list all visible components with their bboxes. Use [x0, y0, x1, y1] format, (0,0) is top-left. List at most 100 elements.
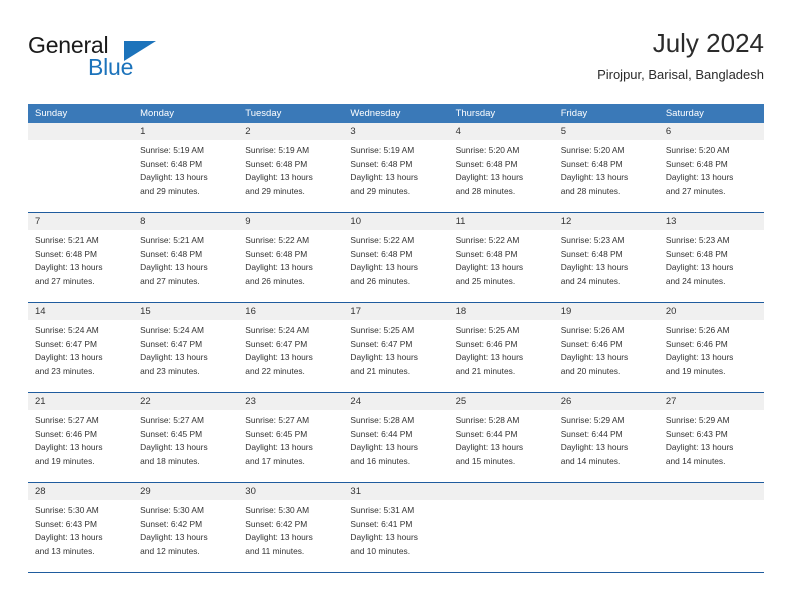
day-number[interactable]: 26: [554, 393, 659, 410]
day-cell[interactable]: Sunrise: 5:24 AM Sunset: 6:47 PM Daylight:…: [28, 320, 133, 392]
day-detail-line: Sunset: 6:45 PM: [245, 428, 308, 439]
day-number[interactable]: 25: [449, 393, 554, 410]
day-detail-line: Daylight: 13 hours: [665, 262, 734, 273]
day-cell[interactable]: Sunrise: 5:19 AM Sunset: 6:48 PM Daylight:…: [343, 140, 448, 212]
day-detail-line: Sunrise: 5:19 AM: [245, 145, 310, 155]
day-detail-line: and 20 minutes.: [560, 365, 621, 376]
day-detail-line: Daylight: 13 hours: [560, 172, 629, 183]
day-cell[interactable]: Sunrise: 5:28 AM Sunset: 6:44 PM Daylight:…: [343, 410, 448, 482]
day-detail-line: Sunset: 6:48 PM: [35, 248, 97, 259]
day-cell[interactable]: Sunrise: 5:22 AM Sunset: 6:48 PM Daylight:…: [343, 230, 448, 302]
day-detail-line: Sunset: 6:48 PM: [455, 248, 518, 259]
day-detail-line: Sunrise: 5:24 AM: [245, 325, 310, 335]
day-detail-line: Daylight: 13 hours: [140, 172, 208, 183]
weekday-header-monday: Monday: [140, 108, 174, 119]
day-detail-line: and 13 minutes.: [35, 545, 95, 556]
day-number-empty: [659, 483, 764, 500]
day-detail-line: Daylight: 13 hours: [140, 532, 208, 543]
day-cell[interactable]: Sunrise: 5:31 AM Sunset: 6:41 PM Daylight:…: [343, 500, 448, 572]
day-number[interactable]: 21: [28, 393, 133, 410]
day-detail-band: Sunrise: 5:21 AM Sunset: 6:48 PM Daylight:…: [28, 230, 764, 302]
day-cell[interactable]: Sunrise: 5:19 AM Sunset: 6:48 PM Daylight:…: [133, 140, 238, 212]
day-detail-line: Sunrise: 5:29 AM: [560, 415, 625, 425]
day-cell[interactable]: Sunrise: 5:26 AM Sunset: 6:46 PM Daylight:…: [659, 320, 764, 392]
day-number[interactable]: 31: [343, 483, 448, 500]
day-number[interactable]: 16: [238, 303, 343, 320]
day-number[interactable]: 11: [449, 213, 554, 230]
general-blue-logo[interactable]: General Blue: [28, 32, 208, 88]
day-detail-line: Sunrise: 5:24 AM: [140, 325, 204, 335]
day-detail-line: Daylight: 13 hours: [455, 262, 524, 273]
day-detail-line: Sunset: 6:47 PM: [245, 338, 308, 349]
day-cell[interactable]: Sunrise: 5:22 AM Sunset: 6:48 PM Daylight:…: [449, 230, 554, 302]
day-cell-empty: [554, 500, 659, 572]
day-number[interactable]: 13: [659, 213, 764, 230]
day-detail-line: and 16 minutes.: [350, 455, 411, 466]
day-number[interactable]: 8: [133, 213, 238, 230]
day-cell[interactable]: Sunrise: 5:24 AM Sunset: 6:47 PM Daylight:…: [133, 320, 238, 392]
day-cell[interactable]: Sunrise: 5:21 AM Sunset: 6:48 PM Daylight:…: [28, 230, 133, 302]
day-number[interactable]: 2: [238, 123, 343, 140]
day-cell[interactable]: Sunrise: 5:23 AM Sunset: 6:48 PM Daylight:…: [554, 230, 659, 302]
day-number[interactable]: 14: [28, 303, 133, 320]
day-cell[interactable]: Sunrise: 5:25 AM Sunset: 6:46 PM Daylight:…: [449, 320, 554, 392]
day-cell[interactable]: Sunrise: 5:25 AM Sunset: 6:47 PM Daylight:…: [343, 320, 448, 392]
day-cell[interactable]: Sunrise: 5:29 AM Sunset: 6:43 PM Daylight:…: [659, 410, 764, 482]
day-cell[interactable]: Sunrise: 5:20 AM Sunset: 6:48 PM Daylight:…: [449, 140, 554, 212]
day-detail-line: Daylight: 13 hours: [35, 352, 103, 363]
day-number[interactable]: 12: [554, 213, 659, 230]
day-number[interactable]: 19: [554, 303, 659, 320]
day-detail-band: Sunrise: 5:30 AM Sunset: 6:43 PM Daylight:…: [28, 500, 764, 572]
day-number[interactable]: 18: [449, 303, 554, 320]
day-detail-line: Sunrise: 5:28 AM: [455, 415, 520, 425]
day-detail-line: Sunrise: 5:26 AM: [665, 325, 730, 335]
day-number-band: 7 8 9 10 11 12 13: [28, 213, 764, 230]
day-number[interactable]: 20: [659, 303, 764, 320]
day-detail-line: and 23 minutes.: [140, 365, 200, 376]
day-detail-line: Daylight: 13 hours: [35, 262, 103, 273]
day-detail-line: and 24 minutes.: [560, 275, 621, 286]
day-detail-band: Sunrise: 5:27 AM Sunset: 6:46 PM Daylight:…: [28, 410, 764, 482]
day-cell[interactable]: Sunrise: 5:21 AM Sunset: 6:48 PM Daylight:…: [133, 230, 238, 302]
day-number[interactable]: 5: [554, 123, 659, 140]
day-number[interactable]: 4: [449, 123, 554, 140]
day-number-empty: [554, 483, 659, 500]
location-subtitle: Pirojpur, Barisal, Bangladesh: [597, 67, 764, 82]
day-cell[interactable]: Sunrise: 5:29 AM Sunset: 6:44 PM Daylight:…: [554, 410, 659, 482]
day-number[interactable]: 15: [133, 303, 238, 320]
day-number[interactable]: 9: [238, 213, 343, 230]
day-detail-line: Daylight: 13 hours: [560, 262, 629, 273]
day-cell[interactable]: Sunrise: 5:30 AM Sunset: 6:42 PM Daylight:…: [133, 500, 238, 572]
day-cell[interactable]: Sunrise: 5:23 AM Sunset: 6:48 PM Daylight:…: [659, 230, 764, 302]
day-cell[interactable]: Sunrise: 5:30 AM Sunset: 6:42 PM Daylight:…: [238, 500, 343, 572]
day-cell[interactable]: Sunrise: 5:27 AM Sunset: 6:45 PM Daylight:…: [133, 410, 238, 482]
day-number[interactable]: 6: [659, 123, 764, 140]
day-number[interactable]: 24: [343, 393, 448, 410]
day-number[interactable]: 29: [133, 483, 238, 500]
calendar-page: General Blue July 2024 Pirojpur, Barisal…: [0, 0, 792, 612]
day-number[interactable]: 17: [343, 303, 448, 320]
day-number[interactable]: 1: [133, 123, 238, 140]
day-cell[interactable]: Sunrise: 5:27 AM Sunset: 6:45 PM Daylight:…: [238, 410, 343, 482]
day-cell[interactable]: Sunrise: 5:30 AM Sunset: 6:43 PM Daylight:…: [28, 500, 133, 572]
day-number[interactable]: 28: [28, 483, 133, 500]
day-cell[interactable]: Sunrise: 5:22 AM Sunset: 6:48 PM Daylight:…: [238, 230, 343, 302]
day-detail-line: Sunrise: 5:20 AM: [560, 145, 625, 155]
day-cell[interactable]: Sunrise: 5:27 AM Sunset: 6:46 PM Daylight:…: [28, 410, 133, 482]
day-cell[interactable]: Sunrise: 5:24 AM Sunset: 6:47 PM Daylight:…: [238, 320, 343, 392]
day-cell[interactable]: Sunrise: 5:28 AM Sunset: 6:44 PM Daylight:…: [449, 410, 554, 482]
day-cell[interactable]: Sunrise: 5:19 AM Sunset: 6:48 PM Daylight:…: [238, 140, 343, 212]
day-detail-line: Daylight: 13 hours: [140, 352, 208, 363]
day-number[interactable]: 27: [659, 393, 764, 410]
day-number[interactable]: 30: [238, 483, 343, 500]
day-detail-line: and 23 minutes.: [35, 365, 95, 376]
day-number[interactable]: 3: [343, 123, 448, 140]
day-detail-line: Sunset: 6:48 PM: [245, 248, 308, 259]
day-number[interactable]: 22: [133, 393, 238, 410]
day-number[interactable]: 7: [28, 213, 133, 230]
day-cell[interactable]: Sunrise: 5:20 AM Sunset: 6:48 PM Daylight:…: [554, 140, 659, 212]
day-cell[interactable]: Sunrise: 5:26 AM Sunset: 6:46 PM Daylight:…: [554, 320, 659, 392]
day-number[interactable]: 23: [238, 393, 343, 410]
day-cell[interactable]: Sunrise: 5:20 AM Sunset: 6:48 PM Daylight:…: [659, 140, 764, 212]
day-number[interactable]: 10: [343, 213, 448, 230]
